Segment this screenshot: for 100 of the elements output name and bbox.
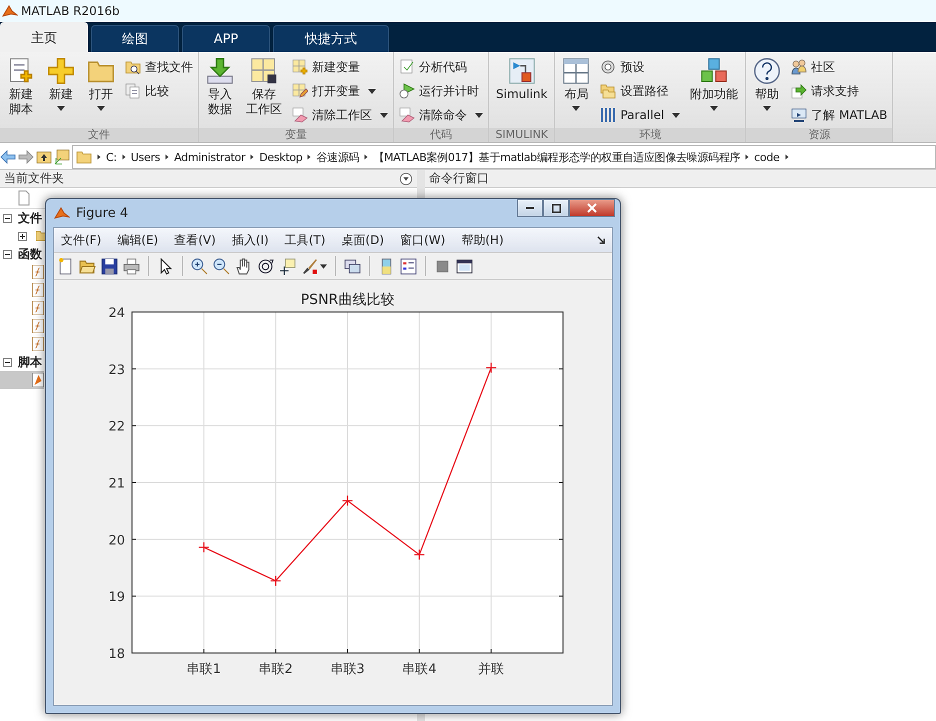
new-file-icon[interactable] — [57, 258, 74, 274]
path-segment[interactable]: 谷速源码 — [316, 150, 360, 164]
menu-item[interactable]: 帮助(H) — [461, 232, 504, 248]
save-icon[interactable] — [101, 258, 118, 274]
caret-icon — [672, 112, 680, 118]
ribbon-button[interactable]: 清除工作区 — [289, 104, 391, 126]
caret-icon[interactable] — [320, 264, 327, 268]
menu-item[interactable]: 编辑(E) — [117, 232, 158, 248]
ribbon-button[interactable]: 导入 数据 — [201, 55, 239, 128]
collapse-icon[interactable] — [3, 250, 12, 258]
data-point — [342, 495, 354, 506]
data-cursor-icon[interactable] — [279, 258, 296, 274]
download-icon — [206, 57, 234, 85]
menu-item[interactable]: 文件(F) — [61, 232, 102, 248]
data-point — [270, 575, 282, 586]
section-header: 脚本 — [18, 354, 42, 370]
ribbon-button[interactable]: 布局 — [557, 55, 596, 128]
path-segment[interactable]: Desktop — [259, 150, 302, 164]
layout-icon — [562, 57, 590, 85]
brush-icon[interactable] — [301, 258, 318, 274]
close-icon — [587, 203, 597, 213]
ribbon-button[interactable]: Simulink — [491, 55, 552, 128]
zoom-out-icon[interactable] — [213, 258, 230, 274]
ribbon-button[interactable]: 打开变量 — [289, 80, 391, 102]
printer-icon[interactable] — [123, 258, 140, 274]
ribbon-button[interactable]: 帮助 — [748, 55, 786, 128]
ribbon-button[interactable]: 设置路径 — [597, 80, 684, 102]
x-tick-label: 串联4 — [402, 662, 436, 677]
collapse-icon[interactable] — [3, 358, 12, 366]
ribbon-button[interactable]: 分析代码 — [396, 56, 486, 78]
x-tick-label: 串联3 — [330, 662, 365, 677]
menu-item[interactable]: 窗口(W) — [400, 232, 446, 248]
eraser-icon — [292, 107, 308, 123]
dropdown-icon[interactable] — [399, 172, 413, 186]
folder-search-icon — [125, 59, 141, 75]
menu-item[interactable]: 插入(I) — [232, 232, 269, 248]
plus-icon — [47, 57, 75, 85]
address-bar[interactable]: C: Users Administrator Desktop 谷速源码 【MATLAB案例017】基于matlab编程形态学的权重自适应图像去噪源码程序 code — [72, 145, 936, 169]
menu-item[interactable]: 桌面(D) — [341, 232, 384, 248]
menu-item[interactable]: 工具(T) — [284, 232, 326, 248]
ribbon-button[interactable]: 了解 MATLAB — [788, 104, 890, 126]
open-folder-icon[interactable] — [79, 258, 96, 274]
ribbon-button[interactable]: 社区 — [788, 56, 890, 78]
ribbon-button[interactable]: 保存 工作区 — [241, 55, 287, 128]
ribbon-tab[interactable]: APP — [182, 25, 270, 52]
chevron-icon — [120, 153, 128, 161]
ribbon-button[interactable]: 清除命令 — [396, 104, 486, 126]
ribbon-button[interactable]: 运行并计时 — [396, 80, 486, 102]
panel-title: 命令行窗口 — [429, 170, 489, 187]
y-tick-label: 18 — [108, 647, 125, 662]
expand-icon[interactable] — [18, 232, 27, 240]
zoom-in-icon[interactable] — [191, 258, 208, 274]
chevron-icon — [95, 153, 103, 161]
function-file-icon — [32, 319, 44, 333]
caret-icon — [475, 112, 483, 118]
hand-icon[interactable] — [235, 258, 252, 274]
back-arrow-icon[interactable] — [0, 149, 16, 165]
ribbon-button[interactable]: 预设 — [597, 56, 684, 78]
chevron-icon — [782, 153, 790, 161]
ribbon-tab[interactable]: 绘图 — [91, 25, 179, 52]
group-label: 文件 — [0, 128, 198, 142]
menu-item[interactable]: 查看(V) — [174, 232, 216, 248]
arrow-icon — [791, 83, 808, 99]
caret-icon — [572, 106, 580, 111]
path-segment[interactable]: C: — [106, 150, 117, 164]
close-button[interactable] — [569, 199, 615, 217]
rotate-icon[interactable] — [257, 258, 274, 274]
ribbon-button[interactable]: 查找文件 — [122, 56, 196, 78]
legend-icon[interactable] — [400, 258, 417, 274]
ribbon-button[interactable]: 请求支持 — [788, 80, 890, 102]
function-file-icon — [32, 301, 44, 315]
ribbon-tab[interactable]: 主页 — [0, 22, 88, 52]
caret-icon — [57, 106, 65, 111]
file-row[interactable] — [0, 371, 44, 389]
dock-arrow-icon[interactable] — [597, 236, 606, 244]
maximize-icon — [552, 204, 560, 212]
path-segment[interactable]: 【MATLAB案例017】基于matlab编程形态学的权重自适应图像去噪源码程序 — [373, 150, 740, 164]
window-icon[interactable] — [456, 258, 473, 274]
path-segment[interactable]: code — [754, 150, 780, 164]
ribbon-button[interactable]: 打开 — [82, 55, 120, 128]
ribbon-tab[interactable]: 快捷方式 — [273, 25, 389, 52]
path-segment[interactable]: Administrator — [174, 150, 246, 164]
collapse-icon[interactable] — [3, 214, 12, 222]
folder-up-icon[interactable] — [36, 149, 52, 165]
y-tick-label: 22 — [108, 420, 125, 435]
maximize-button[interactable] — [543, 199, 569, 217]
document-plus-icon — [7, 57, 35, 85]
data-point — [414, 549, 425, 560]
ribbon-button[interactable]: 附加功能 — [685, 55, 744, 128]
minimize-button[interactable] — [517, 199, 543, 217]
ribbon-button[interactable]: Parallel — [597, 104, 684, 126]
document-check-icon — [399, 59, 415, 75]
ribbon-button[interactable]: 新建 脚本 — [2, 55, 40, 128]
ribbon-button[interactable]: 新建 — [42, 55, 80, 128]
ribbon-button[interactable]: 新建变量 — [289, 56, 391, 78]
ribbon-button[interactable]: 比较 — [122, 80, 196, 102]
path-segment[interactable]: Users — [130, 150, 160, 164]
caret-icon — [368, 88, 376, 94]
link-icon[interactable] — [344, 258, 361, 274]
window-title: MATLAB R2016b — [21, 4, 120, 18]
